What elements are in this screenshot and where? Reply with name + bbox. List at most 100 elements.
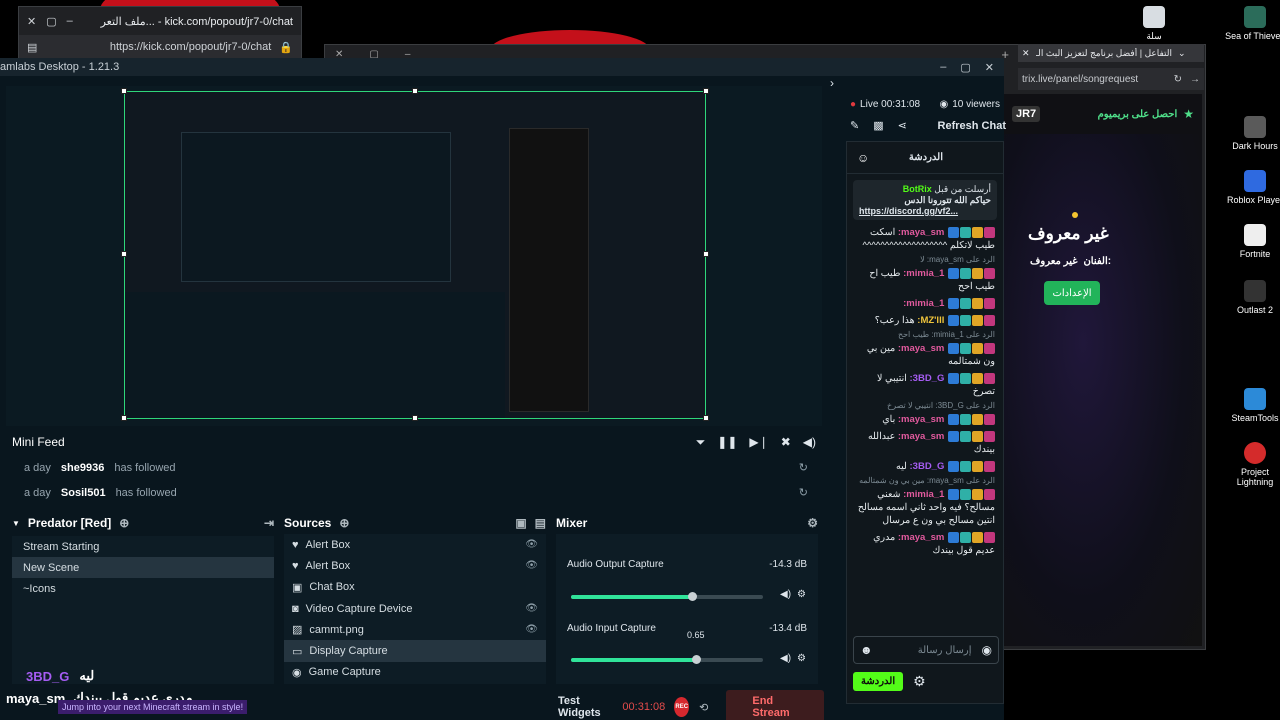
speaker-icon[interactable]: ◀) — [780, 653, 791, 664]
close-icon[interactable]: ✕ — [27, 15, 36, 28]
add-source-icon[interactable]: ⊕ — [339, 516, 349, 530]
settings-icon[interactable]: ▤ — [535, 516, 546, 530]
chat-username[interactable]: 1_mimia: — [903, 268, 944, 279]
chat-message[interactable]: maya_sm: باي — [847, 411, 1003, 428]
send-chat-button[interactable]: الدردشة — [853, 672, 904, 691]
visibility-icon[interactable]: 👁 — [525, 560, 538, 571]
visibility-icon[interactable]: 👁 — [525, 603, 538, 614]
resize-handle[interactable] — [121, 88, 127, 94]
mute-alerts-icon[interactable]: ✖ — [781, 435, 791, 449]
volume-icon[interactable]: ◀) — [803, 435, 816, 449]
folder-icon[interactable]: ▣ — [515, 516, 526, 530]
resize-handle[interactable] — [412, 415, 418, 421]
stream-info-icon[interactable]: ▩ — [873, 119, 883, 132]
speaker-icon[interactable]: ◀) — [780, 589, 791, 600]
browser2-tab[interactable]: ✕ التفاعل | أفضل برنامج لتعزيز البث الـ … — [1018, 44, 1204, 62]
test-widgets-button[interactable]: Test Widgets — [558, 695, 608, 719]
restore-icon[interactable]: ▢ — [46, 15, 56, 28]
replay-icon[interactable]: ↻ — [799, 461, 808, 474]
source-item[interactable]: ♥ Alert Box 👁 — [284, 555, 546, 576]
studio-mode-icon[interactable]: ⇥ — [264, 516, 274, 530]
filter-icon[interactable]: ⏷ — [696, 435, 706, 450]
gear-icon[interactable]: ⚙ — [913, 673, 926, 690]
edit-icon[interactable]: ✎ — [850, 119, 859, 132]
desktop-icon-steamtools[interactable]: SteamTools — [1225, 388, 1280, 423]
source-item[interactable]: ▨ cammt.png 👁 — [284, 619, 546, 640]
chat-message[interactable]: 1_mimia: شعني مسالح؟ فيه واحد ثاني اسمه … — [847, 486, 1003, 529]
replay-icon[interactable]: ↻ — [799, 486, 808, 499]
pause-icon[interactable]: ❚❚ — [717, 435, 737, 449]
feed-user[interactable]: she9936 — [61, 462, 104, 474]
chat-message[interactable]: MZ'lll: هذا رعب؟ — [847, 312, 1003, 329]
settings-button[interactable]: الإعدادات — [1044, 281, 1100, 305]
browser2-address-bar[interactable]: trix.live/panel/songrequest ↻ → — [1018, 68, 1204, 90]
reload-icon[interactable]: ↻ — [1174, 74, 1182, 85]
stream-preview[interactable] — [124, 91, 706, 419]
scene-item-selected[interactable]: New Scene — [12, 557, 274, 578]
chat-message[interactable]: maya_sm: مين بي ون شمتالمه — [847, 340, 1003, 370]
replay-buffer-icon[interactable]: ⟲ — [699, 701, 708, 714]
desktop-icon-dark-hours[interactable]: Dark Hours — [1225, 116, 1280, 151]
maximize-icon[interactable]: ▢ — [960, 61, 970, 74]
chat-username[interactable]: 3BD_G: — [910, 373, 945, 384]
resize-handle[interactable] — [703, 415, 709, 421]
scene-collection-title[interactable]: Predator [Red] — [28, 516, 111, 530]
chat-username[interactable]: maya_sm: — [898, 532, 944, 543]
chat-message[interactable]: maya_sm: مدري عديم قول بيندك — [847, 529, 1003, 559]
feed-user[interactable]: Sosil501 — [61, 487, 106, 499]
gear-icon[interactable]: ⚙ — [797, 589, 806, 600]
visibility-icon[interactable]: 👁 — [525, 539, 538, 550]
promo-banner[interactable]: Jump into your next Minecraft stream in … — [58, 700, 248, 714]
refresh-chat-button[interactable]: Refresh Chat — [938, 120, 1006, 132]
pinned-link[interactable]: https://discord.gg/vf2... — [859, 206, 991, 216]
gear-icon[interactable]: ⚙ — [807, 516, 818, 530]
share-icon[interactable]: ⋖ — [898, 119, 907, 132]
chat-username[interactable]: 1_mimia: — [903, 298, 944, 309]
volume-slider[interactable] — [571, 655, 763, 664]
gear-icon[interactable]: ⚙ — [797, 653, 806, 664]
desktop-icon-recycle[interactable]: سلة — [1124, 6, 1184, 42]
source-item[interactable]: ♥ Alert Box 👁 — [284, 534, 546, 555]
desktop-icon-fortnite[interactable]: Fortnite — [1225, 224, 1280, 259]
slider-knob[interactable] — [691, 655, 701, 664]
chat-message[interactable]: 1_mimia: — [847, 295, 1003, 312]
resize-handle[interactable] — [412, 88, 418, 94]
record-icon[interactable]: ◉ — [982, 643, 992, 657]
desktop-icon-project-lightning[interactable]: Project Lightning — [1225, 442, 1280, 487]
end-stream-button[interactable]: End Stream — [726, 690, 824, 720]
scene-item[interactable]: ~Icons — [12, 578, 274, 599]
close-icon[interactable]: ✕ — [985, 61, 994, 74]
desktop-icon-roblox[interactable]: Roblox Player — [1225, 170, 1280, 205]
premium-link[interactable]: احصل على بريميوم — [1098, 109, 1178, 120]
forward-icon[interactable]: → — [1190, 74, 1200, 85]
source-item[interactable]: ◉ Game Capture — [284, 662, 546, 683]
desktop-icon-outlast[interactable]: Outlast 2 — [1225, 280, 1280, 315]
resize-handle[interactable] — [703, 88, 709, 94]
chat-username[interactable]: maya_sm: — [898, 343, 944, 354]
chat-username[interactable]: 1_mimia: — [903, 489, 944, 500]
emoji-icon[interactable]: ☻ — [860, 643, 873, 657]
chat-message[interactable]: maya_sm: اسكت طيب لاتكلم ^^^^^^^^^^^^^^^… — [847, 224, 1003, 254]
desktop-icon-sea-of-thieves[interactable]: Sea of Thieves — [1225, 6, 1280, 41]
source-item-selected[interactable]: ▭ Display Capture — [284, 640, 546, 662]
close-icon[interactable]: ✕ — [1022, 48, 1030, 59]
chat-message[interactable]: 3BD_G: ليه — [847, 458, 1003, 475]
rec-button[interactable]: REC — [674, 697, 690, 717]
chat-input[interactable]: ☻ إرسال رسالة ◉ — [853, 636, 999, 664]
source-item[interactable]: ◙ Video Capture Device 👁 — [284, 598, 546, 619]
chat-username[interactable]: 3BD_G: — [910, 461, 945, 472]
chevron-right-icon[interactable]: › — [830, 76, 834, 90]
chat-username[interactable]: maya_sm: — [898, 431, 944, 442]
chat-message[interactable]: 1_mimia: طيب اح طيب احح — [847, 265, 1003, 295]
minimize-icon[interactable]: – — [940, 61, 946, 73]
scene-item[interactable]: Stream Starting — [12, 536, 274, 557]
pinned-message[interactable]: أرسلت من قبل BotRix حياكم الله تتورونا ا… — [853, 180, 997, 220]
slider-knob[interactable] — [687, 592, 697, 601]
popout-tab[interactable]: ✕ ▢ – ملف التعر... - kick.com/popout/jr7… — [19, 7, 301, 35]
chat-username[interactable]: maya_sm: — [898, 414, 944, 425]
visibility-icon[interactable]: 👁 — [525, 624, 538, 635]
chat-message[interactable]: 3BD_G: انتيبي لا تصرخ — [847, 370, 1003, 400]
volume-slider[interactable] — [571, 592, 763, 601]
chat-message[interactable]: maya_sm: عبدالله بيندك — [847, 428, 1003, 458]
resize-handle[interactable] — [121, 251, 127, 257]
